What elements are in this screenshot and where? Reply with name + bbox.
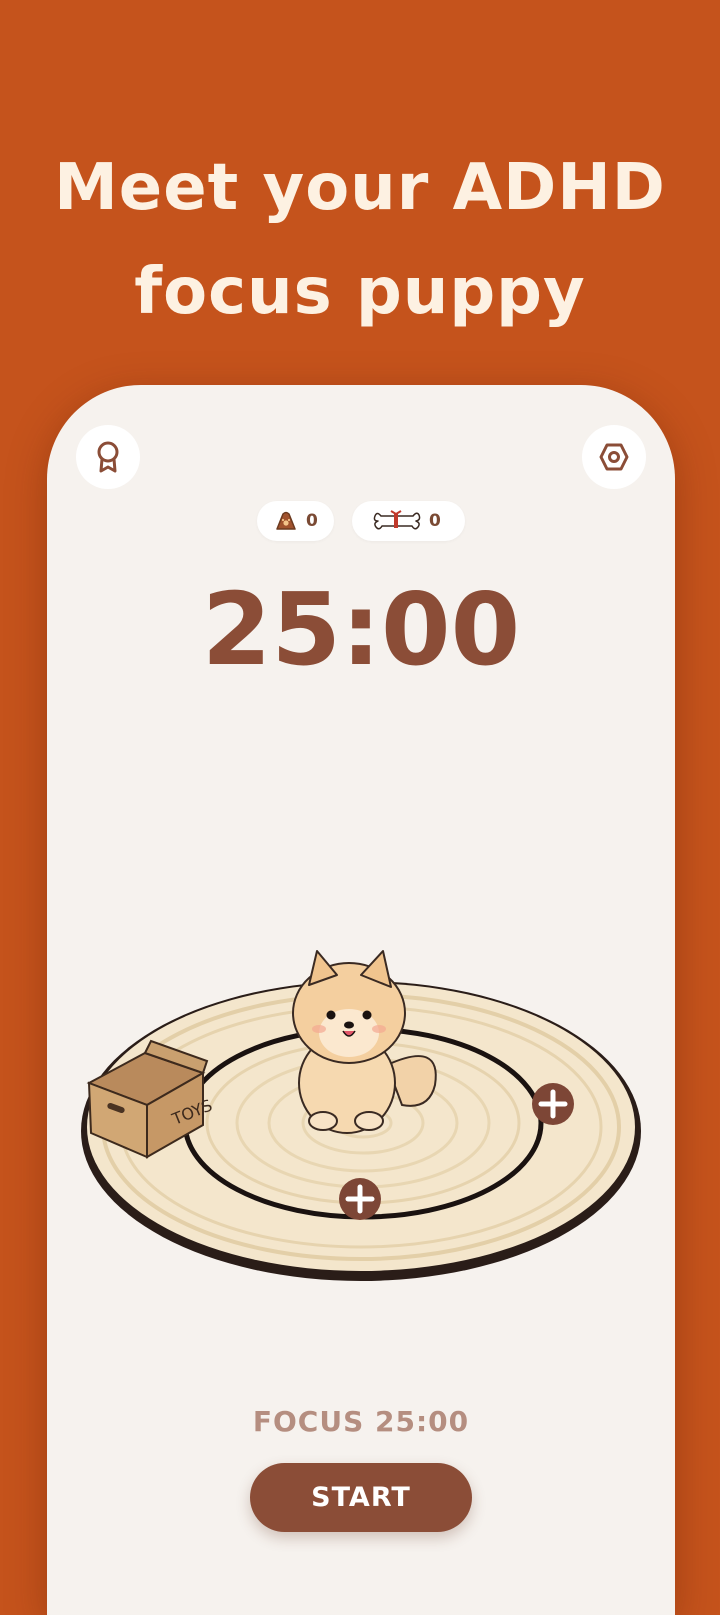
headline-line-2: focus puppy — [134, 255, 586, 329]
phone-screen: 0 0 25:00 TOYS FOCUS 25:00 START — [47, 385, 675, 1615]
headline: Meet your ADHD focus puppy — [0, 136, 720, 344]
award-ribbon-icon — [97, 441, 119, 473]
treat-counter: 0 — [352, 501, 465, 541]
timer-display: 25:00 — [201, 571, 521, 688]
treat-count: 0 — [429, 511, 441, 531]
settings-button[interactable] — [582, 425, 646, 489]
food-bag-icon — [276, 511, 296, 530]
bone-icon — [373, 510, 421, 530]
puppy-scene: TOYS — [81, 950, 641, 1281]
settings-hexagon-icon — [599, 443, 629, 471]
start-button[interactable]: START — [250, 1463, 472, 1532]
achievements-button[interactable] — [76, 425, 140, 489]
headline-line-1: Meet your ADHD — [54, 151, 666, 225]
food-count: 0 — [306, 511, 318, 531]
add-item-button-right[interactable] — [532, 1083, 574, 1125]
food-counter: 0 — [257, 501, 334, 541]
add-item-button-center[interactable] — [339, 1178, 381, 1220]
session-label: FOCUS 25:00 — [252, 1405, 470, 1438]
